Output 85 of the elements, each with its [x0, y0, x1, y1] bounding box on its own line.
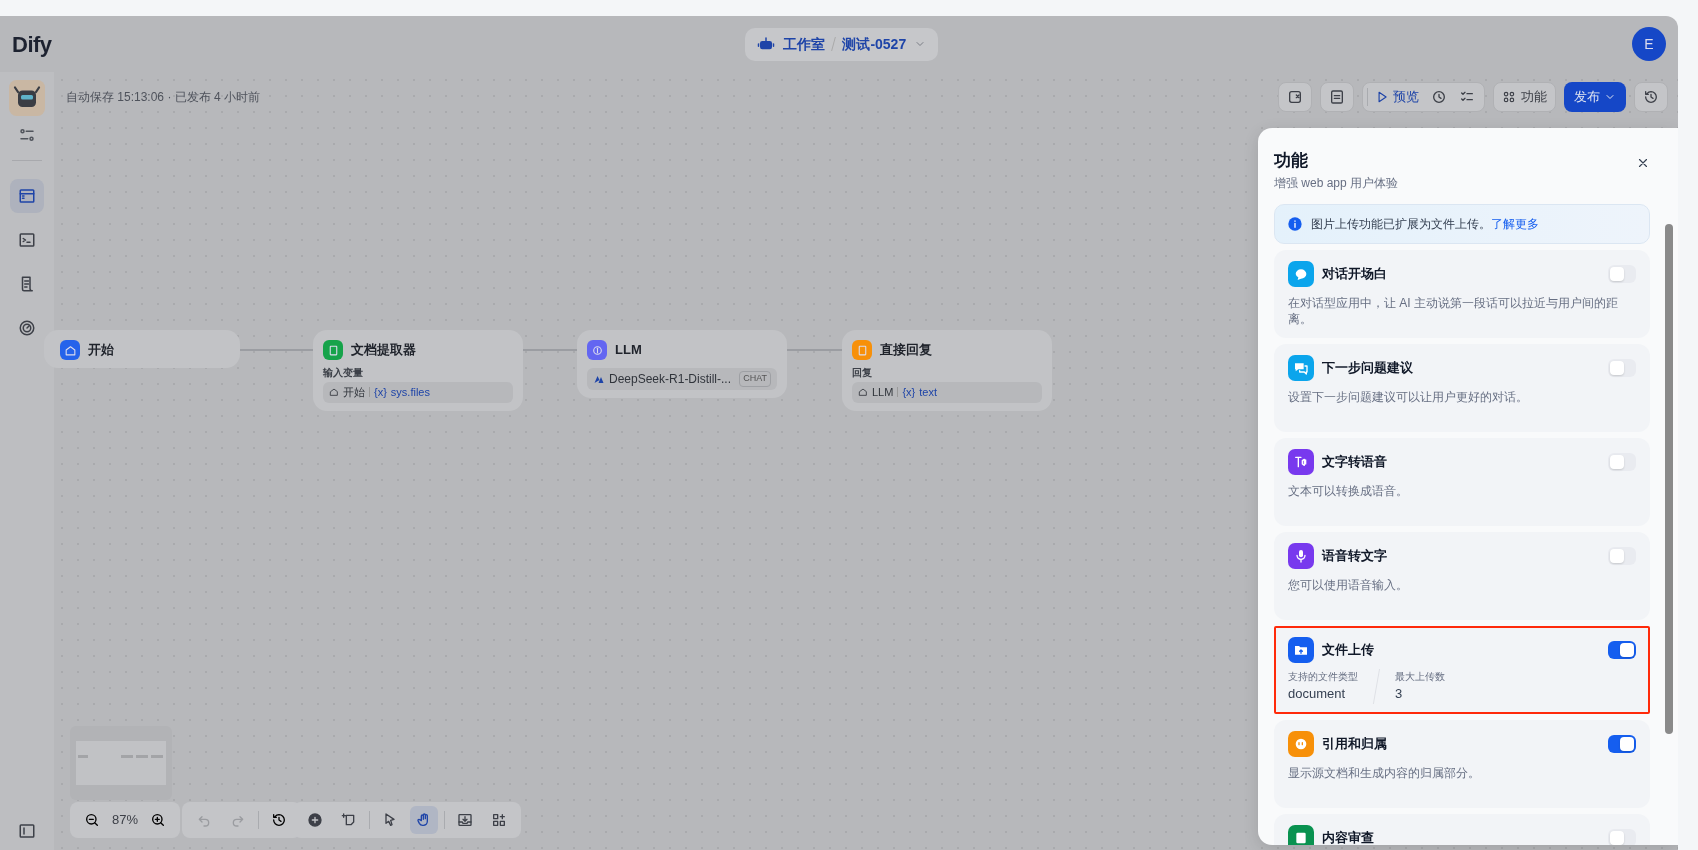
clock-icon — [1431, 89, 1447, 105]
source-name: LLM — [872, 385, 894, 400]
toggle-switch[interactable] — [1608, 546, 1636, 565]
field-value: document — [1288, 684, 1347, 703]
play-icon — [1375, 90, 1389, 104]
node-title: 文档提取器 — [351, 341, 416, 360]
feature-title: 文件上传 — [1322, 640, 1374, 659]
workflow-node[interactable]: 文档提取器 输入变量 开始 {x} sys.files — [313, 330, 523, 411]
logo: Dify — [12, 30, 52, 59]
variable-name: sys.files — [390, 385, 430, 400]
close-square-button[interactable] — [1278, 82, 1312, 112]
variable-icon: {x} — [902, 384, 916, 401]
toggle-switch[interactable] — [1608, 640, 1636, 659]
variable-icon: {x} — [374, 384, 387, 401]
node-title: 直接回复 — [880, 341, 932, 360]
preview-button[interactable]: 预览 — [1370, 83, 1424, 111]
apps-icon — [1502, 90, 1516, 104]
history-icon — [271, 812, 287, 828]
feature-title: 下一步问题建议 — [1322, 358, 1413, 377]
toggle-switch[interactable] — [1608, 264, 1636, 283]
settings-icon[interactable] — [18, 126, 36, 144]
mode-tag: CHAT — [739, 371, 771, 387]
nav-item[interactable] — [10, 179, 44, 213]
toggle-switch[interactable] — [1608, 734, 1636, 753]
zoom-out-icon — [84, 812, 100, 828]
feature-description: 设置下一步问题建议可以让用户更好的对话。 — [1288, 388, 1529, 405]
node-title: LLM — [615, 341, 642, 360]
feature-description: 显示源文档和生成内容的归属部分。 — [1288, 764, 1481, 781]
toggle-switch[interactable] — [1608, 452, 1636, 471]
model-name: DeepSeek-R1-Distill-... — [609, 371, 732, 388]
notice-text: 图片上传功能已扩展为文件上传。了解更多 — [1311, 215, 1539, 233]
feature-description: 在对话型应用中，让 AI 主动说第一段话可以拉近与用户间的距离。 — [1288, 294, 1619, 327]
panel-title: 功能 — [1274, 150, 1308, 172]
feature-title: 文字转语音 — [1322, 452, 1387, 471]
model-icon — [593, 373, 605, 385]
env-button[interactable] — [1320, 82, 1354, 112]
home-icon — [858, 387, 868, 398]
info-icon — [1287, 215, 1303, 232]
publish-button[interactable]: 发布 — [1564, 82, 1626, 112]
workflow-node[interactable]: 开始 — [44, 330, 240, 368]
toggle-switch[interactable] — [1608, 358, 1636, 377]
variable-name: text — [919, 385, 937, 400]
sidebar-toggle-icon[interactable] — [18, 822, 36, 840]
source-name: 开始 — [343, 385, 365, 400]
workflow-node[interactable]: 直接回复 回复 LLM {x} text — [842, 330, 1052, 411]
features-button[interactable]: 功能 — [1493, 82, 1556, 112]
pointer-icon — [382, 812, 398, 828]
gauge-icon — [18, 319, 36, 337]
field-value: 3 — [1395, 684, 1404, 703]
export-icon — [457, 812, 473, 828]
field-label: 支持的文件类型 — [1288, 669, 1358, 684]
app-switcher[interactable]: 工作室 测试-0527 — [745, 27, 939, 61]
user-avatar[interactable]: E — [1632, 27, 1666, 61]
feature-description: 文本可以转换成语音。 — [1288, 482, 1409, 499]
terminal-icon — [18, 231, 36, 249]
env-icon — [1329, 89, 1345, 105]
app-name: 测试-0527 — [842, 34, 907, 54]
workflow-node[interactable]: LLM DeepSeek-R1-Distill-... CHAT — [577, 330, 787, 398]
node-label: 输入变量 — [323, 366, 364, 380]
home-icon — [329, 387, 339, 398]
workspace-name: 工作室 — [783, 34, 826, 54]
zoom-level[interactable]: 87% — [112, 810, 139, 830]
app-icon — [9, 80, 45, 116]
autosave-status: 自动保存 15:13:06 · 已发布 4 小时前 — [66, 89, 261, 106]
tool-button[interactable] — [410, 806, 438, 834]
feature-title: 内容审查 — [1322, 828, 1374, 845]
feature-title: 引用和归属 — [1322, 734, 1387, 753]
feature-title: 语音转文字 — [1322, 546, 1387, 565]
plus-icon — [307, 812, 323, 828]
note-icon — [341, 812, 357, 828]
close-square-icon — [1287, 89, 1303, 105]
feature-title: 对话开场白 — [1322, 264, 1387, 283]
field-label: 最大上传数 — [1395, 669, 1445, 684]
panel-subtitle: 增强 web app 用户体验 — [1274, 174, 1399, 192]
learn-more-link[interactable]: 了解更多 — [1491, 216, 1539, 231]
model-selector[interactable]: DeepSeek-R1-Distill-... CHAT — [587, 368, 777, 390]
window-icon — [18, 187, 36, 205]
zoom-in-icon — [150, 812, 167, 828]
node-label: 回复 — [852, 366, 873, 380]
grid-icon — [491, 812, 507, 828]
history-button[interactable] — [1634, 82, 1668, 112]
node-title: 开始 — [88, 341, 114, 360]
feature-description: 您可以使用语音输入。 — [1288, 576, 1409, 593]
toggle-switch[interactable] — [1608, 828, 1636, 845]
history-icon — [1643, 89, 1659, 105]
